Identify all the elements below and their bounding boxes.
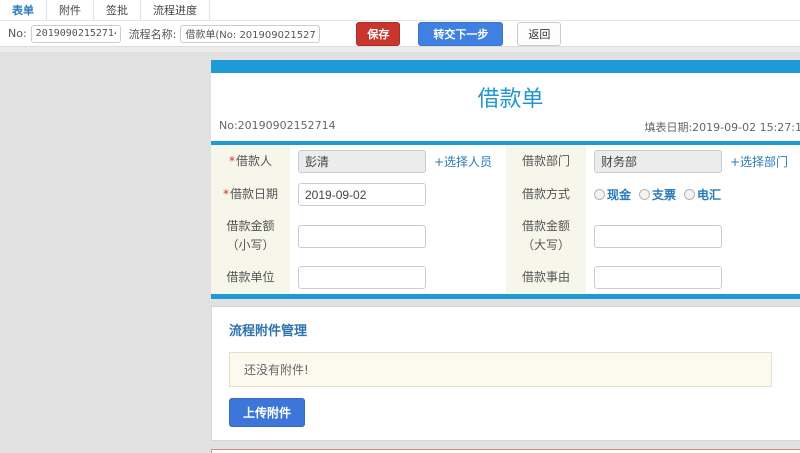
back-button[interactable]: 返回: [517, 21, 562, 46]
attachments-panel: 流程附件管理 还没有附件! 上传附件: [211, 306, 800, 442]
loan-date-input[interactable]: [298, 183, 426, 206]
required-asterisk: *: [228, 153, 235, 168]
amount-lower-input[interactable]: [298, 224, 426, 248]
form-date-text: 填表日期:2019-09-02 15:27:1: [644, 121, 800, 134]
loan-method-label: 借款方式: [506, 178, 586, 211]
tab-process-progress[interactable]: 流程进度: [141, 0, 210, 20]
main-form-panel: 借款单 No:20190902152714 填表日期:2019-09-02 15…: [211, 60, 800, 453]
form-number-text: No:20190902152714: [219, 119, 336, 132]
select-department-link[interactable]: +选择部门: [730, 153, 788, 170]
form-bottom-accent-bar: [211, 294, 800, 300]
tab-approval[interactable]: 签批: [94, 0, 141, 20]
toolbar-substrip: [0, 47, 800, 53]
department-label: 借款部门: [506, 145, 586, 178]
borrower-label: *借款人: [211, 145, 290, 178]
radio-icon[interactable]: [639, 189, 651, 200]
tab-bar: 表单 附件 签批 流程进度: [0, 0, 800, 21]
panel-top-accent-bar: [211, 60, 800, 73]
loan-unit-input[interactable]: [298, 266, 426, 290]
top-bar: 表单 附件 签批 流程进度 No: 流程名称: 保存 转交下一步 返回: [0, 0, 800, 53]
amount-lower-label: 借款金额（小写）: [211, 211, 290, 262]
form-header: 借款单 No:20190902152714 填表日期:2019-09-02 15…: [211, 73, 800, 141]
radio-icon[interactable]: [684, 189, 696, 200]
no-attachments-alert: 还没有附件!: [229, 352, 772, 388]
action-toolbar: No: 流程名称: 保存 转交下一步 返回: [0, 21, 800, 47]
radio-wire-transfer[interactable]: 电汇: [684, 186, 721, 203]
radio-icon[interactable]: [594, 189, 605, 200]
attachments-heading: 流程附件管理: [229, 324, 308, 340]
required-asterisk: *: [222, 186, 229, 201]
amount-upper-input[interactable]: [594, 224, 722, 248]
tab-form[interactable]: 表单: [0, 0, 47, 20]
radio-cash[interactable]: 现金: [594, 186, 631, 203]
upload-attachment-button[interactable]: 上传附件: [229, 398, 306, 428]
next-step-button[interactable]: 转交下一步: [418, 21, 504, 46]
approval-panel: 流程签批意见 B I abc ✎ ∞ ∞ ⚑ ≡ ≡ ⇤ ⇥ ❞ 样式: [211, 449, 800, 453]
borrower-input[interactable]: [298, 150, 426, 173]
loan-method-radio-group: 现金 支票 电汇: [594, 186, 721, 203]
select-person-link[interactable]: +选择人员: [434, 153, 492, 170]
loan-date-label: *借款日期: [211, 178, 290, 211]
page-title: 借款单: [477, 87, 544, 112]
tab-attachments[interactable]: 附件: [47, 0, 94, 20]
loan-reason-label: 借款事由: [506, 261, 586, 295]
save-button[interactable]: 保存: [356, 21, 401, 46]
radio-cheque[interactable]: 支票: [639, 186, 676, 203]
loan-reason-input[interactable]: [594, 266, 722, 290]
amount-upper-label: 借款金额（大写）: [506, 211, 586, 262]
form-fields-grid: *借款人 +选择人员 借款部门 +选择部门 *借款日期 借款方式 现金: [211, 145, 800, 295]
flow-name-input[interactable]: [180, 24, 321, 43]
department-input[interactable]: [594, 150, 722, 173]
loan-unit-label: 借款单位: [211, 261, 290, 295]
flow-name-label: 流程名称:: [128, 27, 177, 41]
no-label: No:: [8, 27, 27, 40]
no-input[interactable]: [30, 24, 121, 43]
